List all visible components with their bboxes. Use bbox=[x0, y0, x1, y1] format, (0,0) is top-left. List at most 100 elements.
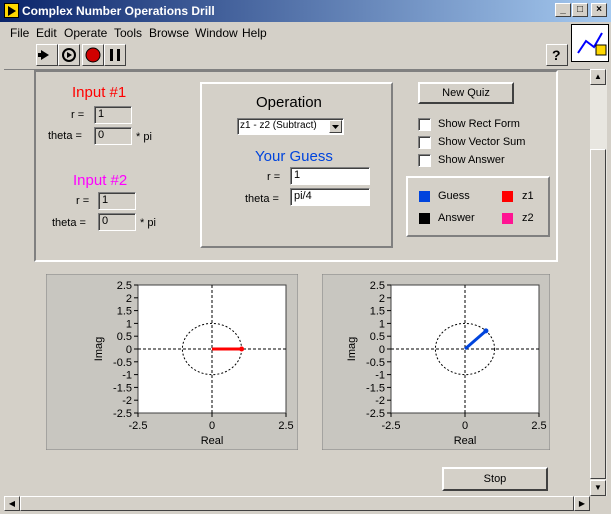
pause-icon[interactable] bbox=[104, 44, 126, 66]
menu-tools[interactable]: Tools bbox=[114, 26, 142, 40]
guess-graph: 2.521.510.50-0.5-1-1.5-2-2.5-2.5 0 2.5Real… bbox=[322, 274, 550, 450]
x-tick-label: -2.5 bbox=[129, 420, 148, 432]
x-tick-label: -2.5 bbox=[382, 420, 401, 432]
input2-title: Input #2 bbox=[73, 172, 128, 189]
y-tick-label: 1 bbox=[379, 318, 385, 330]
labview-app-icon bbox=[4, 3, 19, 18]
y-tick-label: -1.5 bbox=[113, 382, 132, 394]
input1-theta-unit: * pi bbox=[136, 131, 152, 143]
input1-r-label: r = bbox=[71, 109, 85, 121]
stop-button[interactable]: Stop bbox=[442, 467, 548, 491]
input2-r-label: r = bbox=[76, 195, 90, 207]
legend-answer-swatch bbox=[419, 213, 430, 224]
x-axis-label: Real bbox=[201, 435, 224, 447]
operation-selected-value: z1 - z2 (Subtract) bbox=[240, 120, 317, 131]
svg-text:?: ? bbox=[552, 47, 561, 63]
series-endpoint-guess bbox=[483, 328, 489, 334]
legend-z2-label: z2 bbox=[522, 212, 534, 224]
horizontal-scrollbar[interactable]: ◀ ▶ bbox=[4, 496, 590, 511]
y-tick-label: 2.5 bbox=[370, 280, 385, 292]
y-tick-label: -2.5 bbox=[366, 408, 385, 420]
input2-r-field: 1 bbox=[98, 192, 136, 210]
y-tick-label: 2.5 bbox=[117, 280, 132, 292]
legend-answer-label: Answer bbox=[438, 212, 475, 224]
scroll-down-icon[interactable]: ▼ bbox=[590, 480, 606, 496]
scroll-right-icon[interactable]: ▶ bbox=[574, 496, 590, 511]
y-tick-label: -0.5 bbox=[113, 357, 132, 369]
input1-r-field: 1 bbox=[94, 106, 132, 124]
y-tick-label: -1.5 bbox=[366, 382, 385, 394]
help-question-icon[interactable]: ? bbox=[546, 44, 568, 66]
y-tick-label: -1 bbox=[375, 370, 385, 382]
abort-icon[interactable] bbox=[82, 44, 104, 66]
y-axis-label: Imag bbox=[346, 337, 358, 361]
show-answer-checkbox[interactable] bbox=[418, 154, 431, 167]
legend-guess-label: Guess bbox=[438, 190, 470, 202]
y-tick-label: 0.5 bbox=[117, 331, 132, 343]
close-button[interactable]: × bbox=[591, 3, 607, 17]
y-tick-label: -2.5 bbox=[113, 408, 132, 420]
y-tick-label: 2 bbox=[126, 293, 132, 305]
legend-guess-swatch bbox=[419, 191, 430, 202]
y-tick-label: 0 bbox=[379, 344, 385, 356]
x-tick-label: 0 bbox=[462, 420, 468, 432]
horizontal-scroll-thumb[interactable] bbox=[20, 496, 574, 511]
maximize-button[interactable]: □ bbox=[572, 3, 588, 17]
scroll-left-icon[interactable]: ◀ bbox=[4, 496, 20, 511]
menu-operate[interactable]: Operate bbox=[64, 26, 107, 40]
minimize-button[interactable]: _ bbox=[555, 3, 571, 17]
vertical-scroll-thumb[interactable] bbox=[590, 149, 606, 479]
x-axis-label: Real bbox=[454, 435, 477, 447]
guess-theta-label: theta = bbox=[245, 193, 279, 205]
run-continuously-icon[interactable] bbox=[58, 44, 80, 66]
y-tick-label: 2 bbox=[379, 293, 385, 305]
y-tick-label: 1 bbox=[126, 318, 132, 330]
show-vector-sum-label: Show Vector Sum bbox=[438, 136, 526, 148]
show-vector-sum-checkbox[interactable] bbox=[418, 136, 431, 149]
y-tick-label: -2 bbox=[122, 395, 132, 407]
input1-theta-label: theta = bbox=[48, 130, 82, 142]
guess-theta-input[interactable]: pi/4 bbox=[290, 188, 370, 206]
x-tick-label: 0 bbox=[209, 420, 215, 432]
y-tick-label: 0 bbox=[126, 344, 132, 356]
input1-theta-field: 0 bbox=[94, 127, 132, 145]
y-tick-label: -2 bbox=[375, 395, 385, 407]
vi-icon bbox=[571, 24, 609, 62]
menu-file[interactable]: File bbox=[10, 26, 29, 40]
guess-title: Your Guess bbox=[255, 148, 333, 165]
legend-box bbox=[406, 176, 550, 237]
legend-z2-swatch bbox=[502, 213, 513, 224]
legend-z1-swatch bbox=[502, 191, 513, 202]
menu-browse[interactable]: Browse bbox=[149, 26, 189, 40]
show-rect-label: Show Rect Form bbox=[438, 118, 520, 130]
y-axis-label: Imag bbox=[93, 337, 105, 361]
menu-help[interactable]: Help bbox=[242, 26, 267, 40]
chevron-down-icon[interactable] bbox=[329, 120, 342, 133]
operation-select[interactable]: z1 - z2 (Subtract) bbox=[237, 118, 344, 135]
input2-theta-label: theta = bbox=[52, 217, 86, 229]
series-endpoint-z1 bbox=[239, 346, 245, 352]
operation-title: Operation bbox=[256, 94, 322, 111]
window-title: Complex Number Operations Drill bbox=[22, 4, 215, 18]
show-answer-label: Show Answer bbox=[438, 154, 505, 166]
input2-theta-unit: * pi bbox=[140, 217, 156, 229]
title-bar: Complex Number Operations Drill _ □ × bbox=[0, 0, 611, 22]
y-tick-label: -1 bbox=[122, 370, 132, 382]
menu-window[interactable]: Window bbox=[195, 26, 238, 40]
run-arrow-icon[interactable] bbox=[36, 44, 58, 66]
x-tick-label: 2.5 bbox=[278, 420, 293, 432]
y-tick-label: 1.5 bbox=[117, 306, 132, 318]
toolbar: ? bbox=[0, 42, 570, 68]
menu-edit[interactable]: Edit bbox=[36, 26, 57, 40]
input1-title: Input #1 bbox=[72, 84, 127, 101]
size-grip-icon bbox=[590, 496, 607, 511]
x-tick-label: 2.5 bbox=[531, 420, 546, 432]
new-quiz-button[interactable]: New Quiz bbox=[418, 82, 514, 104]
y-tick-label: 1.5 bbox=[370, 306, 385, 318]
scroll-up-icon[interactable]: ▲ bbox=[590, 69, 606, 85]
guess-r-input[interactable]: 1 bbox=[290, 167, 370, 185]
vertical-scrollbar[interactable]: ▲ ▼ bbox=[590, 69, 607, 497]
guess-r-label: r = bbox=[267, 171, 281, 183]
show-rect-checkbox[interactable] bbox=[418, 118, 431, 131]
y-tick-label: -0.5 bbox=[366, 357, 385, 369]
